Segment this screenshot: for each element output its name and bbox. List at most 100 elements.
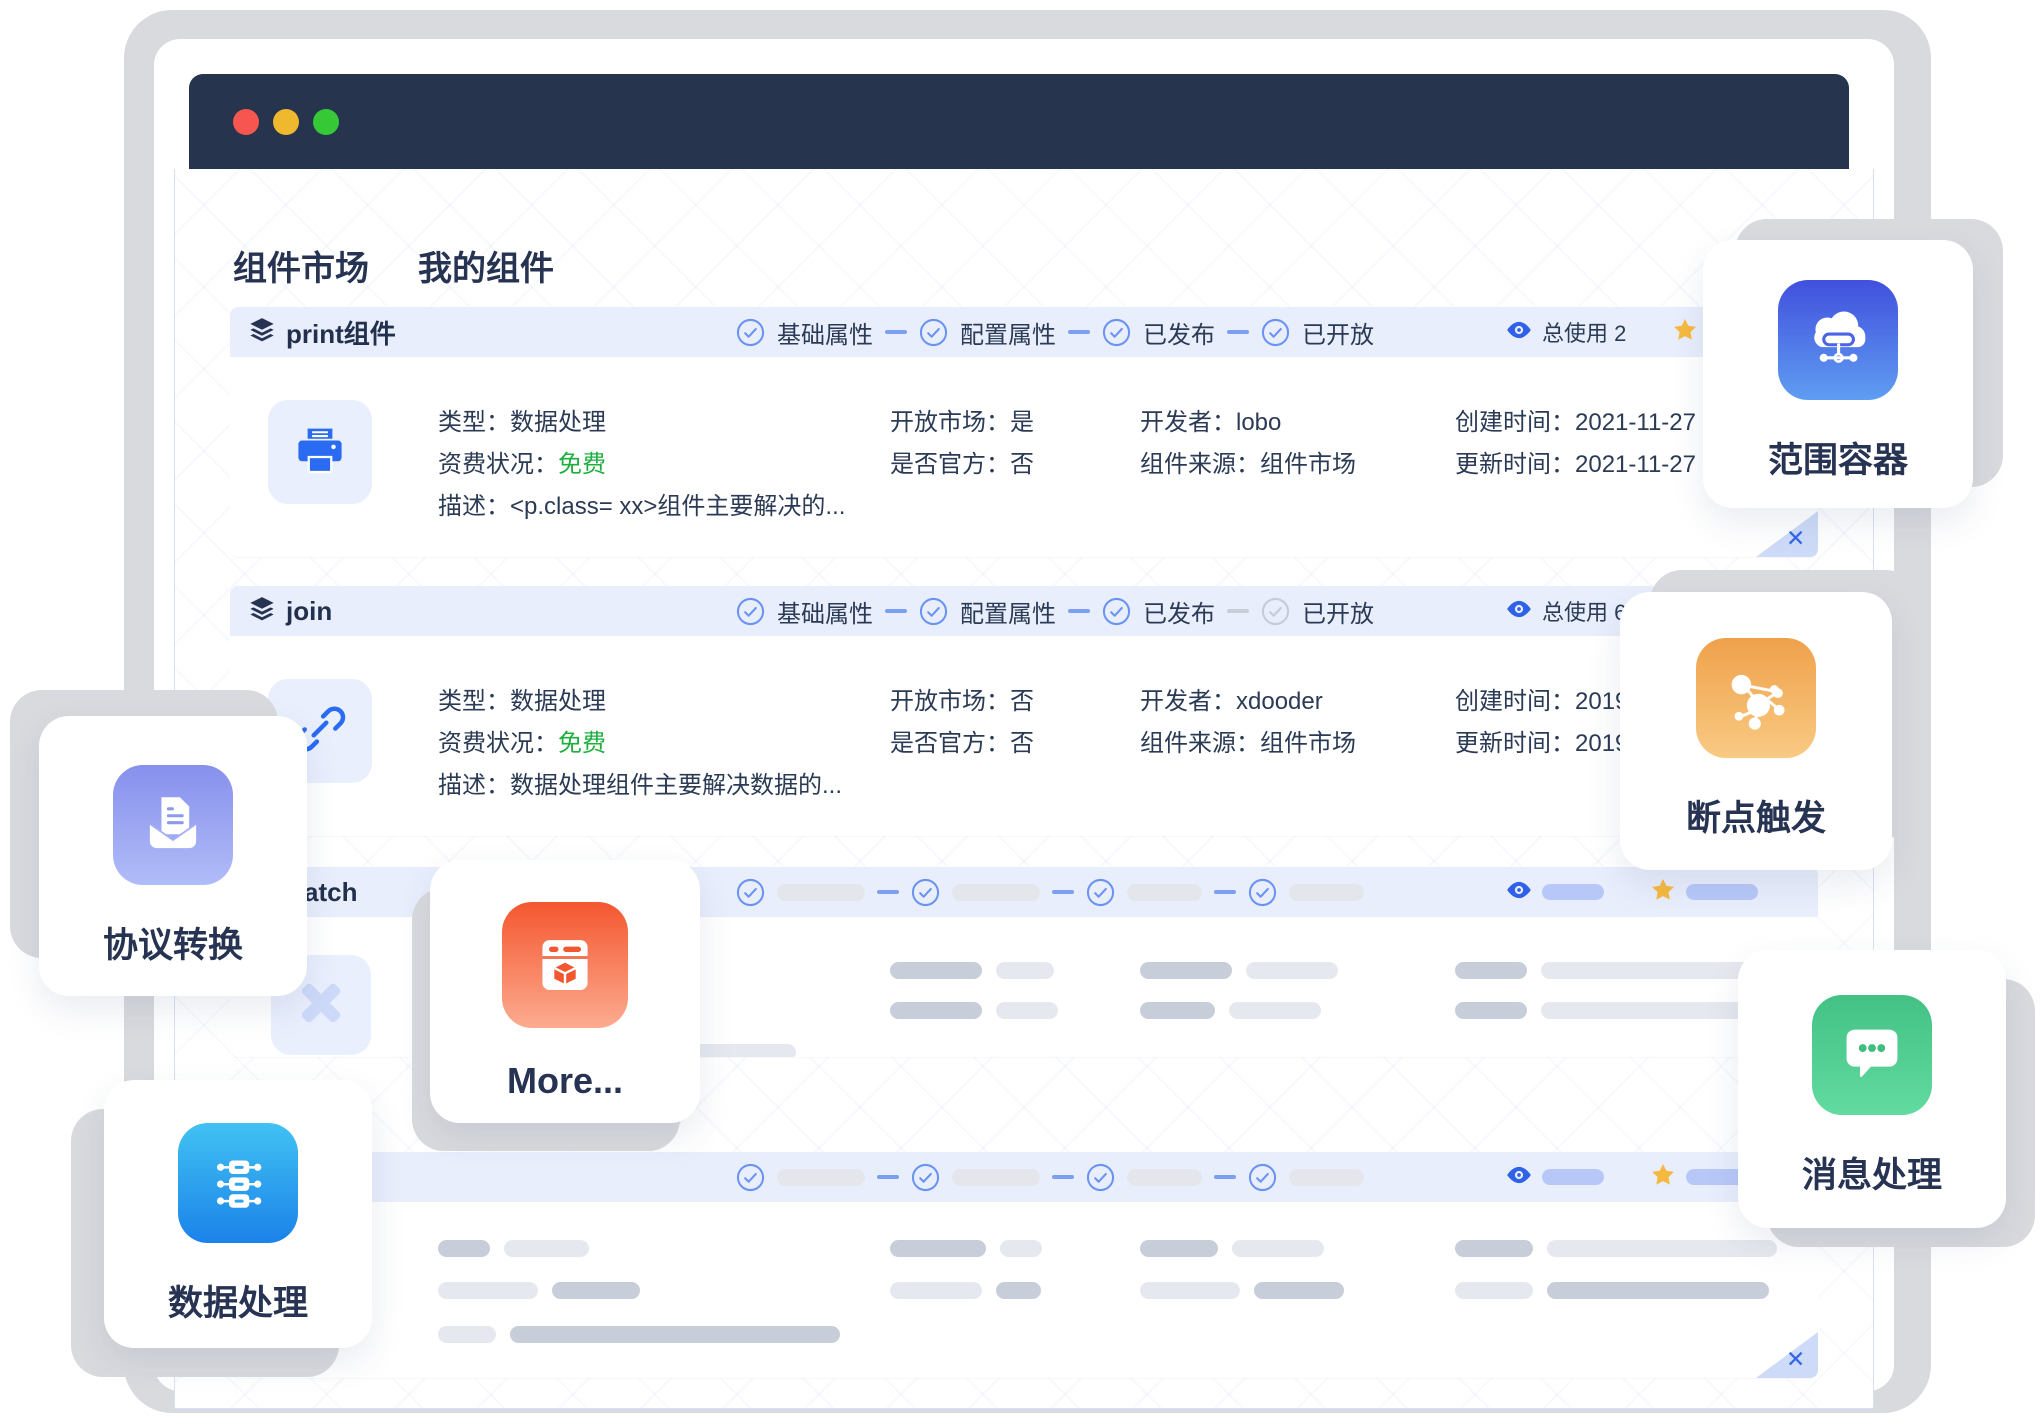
tile-label: 范围容器 bbox=[1768, 432, 1908, 483]
tile-protocol-convert[interactable]: 协议转换 bbox=[39, 716, 307, 996]
layers-icon bbox=[248, 595, 276, 628]
skeleton-bar bbox=[1542, 884, 1604, 900]
layers-icon bbox=[248, 316, 276, 349]
field-fee: 资费状况：免费 bbox=[438, 723, 606, 758]
check-circle-icon bbox=[736, 1163, 765, 1192]
skeleton-bar bbox=[1232, 1240, 1324, 1257]
step-published: 已发布 bbox=[1143, 315, 1215, 350]
skeleton-bar bbox=[1140, 1240, 1218, 1257]
eye-icon bbox=[1506, 1162, 1532, 1193]
skeleton-bar bbox=[777, 884, 865, 901]
skeleton-bar bbox=[1686, 884, 1758, 900]
skeleton-bar bbox=[1229, 1002, 1321, 1019]
traffic-light-minimize-icon[interactable] bbox=[273, 109, 299, 135]
skeleton-bar bbox=[438, 1240, 490, 1257]
field-open-market: 开放市场：是 bbox=[890, 402, 1034, 437]
check-circle-icon bbox=[1086, 1163, 1115, 1192]
window-titlebar bbox=[189, 74, 1849, 169]
step-connector bbox=[1227, 609, 1249, 613]
step-connector bbox=[885, 330, 907, 334]
component-card-join[interactable]: join 基础属性 配置属性 已发布 已开放 总使用 bbox=[230, 586, 1818, 836]
step-connector bbox=[1068, 330, 1090, 334]
tile-breakpoint-trigger[interactable]: 断点触发 bbox=[1620, 592, 1892, 870]
skeleton-bar bbox=[777, 1169, 865, 1186]
check-circle-icon bbox=[736, 597, 765, 626]
check-circle-icon bbox=[1248, 1163, 1277, 1192]
component-card-skeleton-2[interactable]: ✕ bbox=[230, 1152, 1818, 1378]
check-circle-icon bbox=[1086, 878, 1115, 907]
skeleton-bar bbox=[890, 962, 982, 979]
component-card-print[interactable]: print组件 基础属性 配置属性 已发布 已开放 bbox=[230, 307, 1818, 557]
usage-count: 总使用 2 bbox=[1542, 316, 1626, 348]
skeleton-bar bbox=[1289, 884, 1364, 901]
check-circle-icon bbox=[1102, 597, 1131, 626]
skeleton-bar bbox=[1289, 1169, 1364, 1186]
skeleton-bar bbox=[996, 1002, 1058, 1019]
field-desc: 描述：数据处理组件主要解决数据的... bbox=[438, 765, 842, 800]
skeleton-bar bbox=[1547, 1240, 1777, 1257]
tile-more[interactable]: More... bbox=[430, 860, 700, 1123]
field-official: 是否官方：否 bbox=[890, 723, 1034, 758]
step-connector bbox=[1068, 609, 1090, 613]
skeleton-bar bbox=[1246, 962, 1338, 979]
step-basic: 基础属性 bbox=[777, 315, 873, 350]
check-circle-icon bbox=[911, 1163, 940, 1192]
step-basic: 基础属性 bbox=[777, 594, 873, 629]
card-title: print组件 bbox=[286, 314, 396, 351]
skeleton-bar bbox=[1455, 1002, 1527, 1019]
tab-my-components[interactable]: 我的组件 bbox=[418, 241, 554, 290]
check-circle-icon bbox=[736, 878, 765, 907]
skeleton-bar bbox=[952, 1169, 1040, 1186]
check-circle-icon bbox=[919, 318, 948, 347]
tile-label: 消息处理 bbox=[1802, 1147, 1942, 1198]
tile-label: More... bbox=[507, 1060, 623, 1102]
step-open: 已开放 bbox=[1302, 594, 1374, 629]
usage-count: 总使用 6 bbox=[1542, 595, 1626, 627]
tile-label: 数据处理 bbox=[168, 1275, 308, 1326]
skeleton-bar bbox=[510, 1326, 840, 1343]
status-steps: 基础属性 配置属性 已发布 已开放 bbox=[736, 586, 1374, 636]
skeleton-bar bbox=[504, 1240, 589, 1257]
step-open: 已开放 bbox=[1302, 315, 1374, 350]
close-icon[interactable]: ✕ bbox=[1786, 527, 1805, 550]
skeleton-bar bbox=[1455, 1240, 1533, 1257]
tile-range-container[interactable]: 范围容器 bbox=[1703, 240, 1973, 508]
tile-message-processing[interactable]: 消息处理 bbox=[1738, 950, 2006, 1228]
skeleton-bar bbox=[952, 884, 1040, 901]
tab-component-market[interactable]: 组件市场 bbox=[233, 241, 369, 290]
step-connector bbox=[877, 1175, 899, 1179]
card-title-row: join bbox=[248, 586, 332, 636]
skeleton-bar bbox=[890, 1240, 986, 1257]
card-title: join bbox=[286, 596, 332, 627]
close-icon[interactable]: ✕ bbox=[1786, 1348, 1805, 1371]
skeleton-bar bbox=[890, 1282, 982, 1299]
star-icon bbox=[1672, 317, 1698, 348]
tile-data-processing[interactable]: 数据处理 bbox=[104, 1080, 372, 1348]
tile-label: 断点触发 bbox=[1686, 790, 1826, 841]
page: 组件市场 我的组件 print组件 基础属性 配置属性 bbox=[0, 0, 2041, 1424]
field-open-market: 开放市场：否 bbox=[890, 681, 1034, 716]
step-connector bbox=[1227, 330, 1249, 334]
skeleton-bar bbox=[1140, 962, 1232, 979]
molecule-network-icon bbox=[1696, 638, 1816, 758]
step-config: 配置属性 bbox=[960, 594, 1056, 629]
traffic-light-close-icon[interactable] bbox=[233, 109, 259, 135]
step-connector bbox=[1052, 890, 1074, 894]
skeleton-bar bbox=[1254, 1282, 1344, 1299]
skeleton-bar bbox=[1547, 1282, 1769, 1299]
skeleton-bar bbox=[1455, 1282, 1533, 1299]
check-circle-icon bbox=[1102, 318, 1131, 347]
skeleton-bar bbox=[552, 1282, 640, 1299]
status-steps-skeleton bbox=[736, 867, 1364, 917]
field-type: 类型：数据处理 bbox=[438, 681, 606, 716]
card-corner-fold: ✕ bbox=[1756, 1332, 1818, 1378]
step-connector bbox=[1214, 1175, 1236, 1179]
data-nodes-icon bbox=[178, 1123, 298, 1243]
traffic-light-maximize-icon[interactable] bbox=[313, 109, 339, 135]
skeleton-bar bbox=[1127, 1169, 1202, 1186]
step-config: 配置属性 bbox=[960, 315, 1056, 350]
skeleton-bar bbox=[1140, 1282, 1240, 1299]
tile-label: 协议转换 bbox=[103, 917, 243, 968]
status-steps-skeleton bbox=[736, 1152, 1364, 1202]
usage-rating-skeleton bbox=[1506, 1152, 1758, 1202]
